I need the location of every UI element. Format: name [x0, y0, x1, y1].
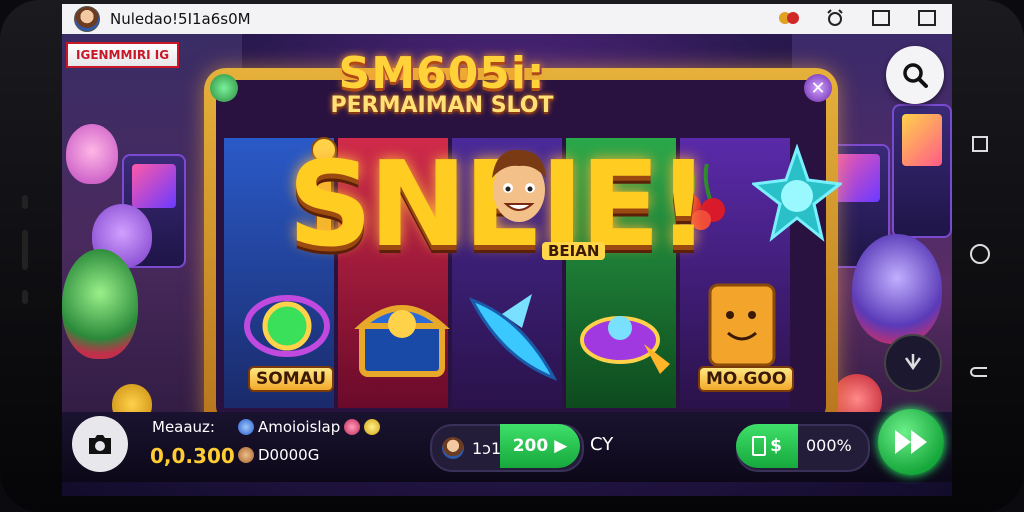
bet-value: 200 — [512, 436, 549, 456]
play-small-icon: ▶ — [554, 436, 568, 456]
character-label: BEIAN — [542, 242, 606, 260]
notification-icon[interactable] — [778, 8, 800, 28]
coin-value: D0000G — [258, 446, 320, 464]
green-creature — [62, 249, 138, 359]
character-face-icon — [492, 149, 546, 222]
status-title: Nuledao!5I1a6s0M — [110, 10, 251, 28]
recent-apps-icon[interactable] — [966, 130, 994, 158]
bet-avatar — [442, 437, 464, 459]
balance-value: 0,0.300 — [150, 444, 235, 468]
bet-increase-button[interactable]: 200 ▶ — [500, 424, 580, 468]
window-icon[interactable] — [870, 8, 892, 28]
mogoo-label: MO.GOO — [698, 366, 795, 392]
collapse-button[interactable] — [884, 334, 942, 392]
top-badge[interactable]: IGENMMIRI IG — [66, 42, 180, 68]
coin-row: D0000G — [238, 446, 319, 464]
status-bar: Nuledao!5I1a6s0M — [62, 4, 952, 34]
soma-gem-icon — [244, 295, 330, 357]
player-avatar-icon — [238, 419, 254, 435]
phone-frame: Nuledao!5I1a6s0M IGENMMIRI IG ✕ SM605i: … — [0, 0, 1024, 512]
soma-label: SOMAU — [248, 366, 335, 392]
phone-side-button — [22, 195, 28, 209]
close-icon[interactable]: ✕ — [804, 74, 832, 102]
alarm-icon[interactable] — [824, 8, 846, 28]
status-icons — [778, 8, 938, 28]
machine-title: SM605i: PERMAIMAN SLOT — [242, 48, 642, 118]
treasure-chest-icon — [354, 305, 450, 377]
search-icon — [903, 63, 928, 88]
balance-label: Meaauz: — [152, 418, 215, 436]
cast-icon[interactable] — [916, 8, 938, 28]
purple-dog — [852, 234, 942, 344]
spin-button[interactable] — [878, 409, 944, 475]
player-row: Amoioislap — [238, 418, 381, 436]
bet-count: 1ɔ1 — [472, 438, 502, 458]
golden-cookie-icon — [708, 283, 776, 367]
game-subtitle: PERMAIMAN SLOT — [330, 93, 554, 118]
win-percent: 000% — [806, 436, 852, 455]
arcade-cabinet — [892, 104, 952, 238]
corner-gem-icon — [210, 74, 238, 102]
player-name: Amoioislap — [258, 418, 341, 436]
coin-bag-icon — [238, 447, 254, 463]
wallet-button[interactable]: $ — [736, 424, 798, 468]
currency-label: CY — [590, 434, 614, 455]
profile-avatar[interactable] — [74, 6, 100, 32]
phone-side-button — [22, 290, 28, 304]
smile-icon — [364, 419, 381, 435]
ufo-ring-icon — [580, 316, 670, 374]
camera-icon — [89, 435, 111, 454]
heart-icon — [344, 419, 361, 435]
chevron-down-icon — [904, 354, 922, 371]
game-screen: Nuledao!5I1a6s0M IGENMMIRI IG ✕ SM605i: … — [62, 4, 952, 496]
fast-forward-icon — [895, 430, 927, 454]
phone-volume-button — [22, 230, 28, 270]
search-button[interactable] — [886, 46, 944, 104]
win-value: $ — [770, 436, 782, 456]
phone-icon — [752, 436, 767, 456]
rocket-fish-icon — [468, 294, 558, 381]
camera-button[interactable] — [72, 416, 128, 472]
home-icon[interactable] — [966, 240, 994, 268]
game-title: SM605i: — [338, 48, 546, 99]
back-icon[interactable] — [966, 360, 994, 388]
pink-creature — [66, 124, 118, 184]
star-gem-icon — [752, 144, 842, 242]
